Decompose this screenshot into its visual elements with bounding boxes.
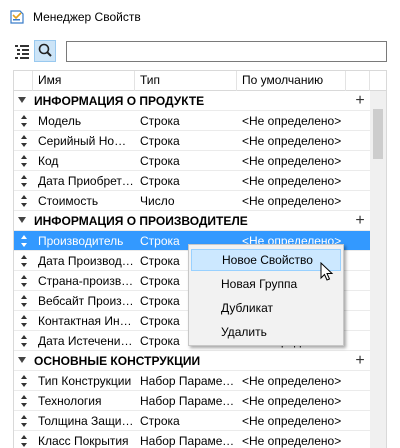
list-view-button[interactable] xyxy=(11,40,33,62)
drag-handle-icon[interactable] xyxy=(14,371,33,391)
collapse-triangle-icon[interactable] xyxy=(18,217,26,223)
table-row[interactable]: Серийный Номер Строка <Не определено> xyxy=(14,131,370,151)
cell-name[interactable]: Дата Производства xyxy=(38,251,134,271)
cell-name[interactable]: Технология xyxy=(38,391,134,411)
context-menu-item[interactable]: Новая Группа xyxy=(191,273,341,295)
drag-handle-icon[interactable] xyxy=(14,111,33,131)
cell-name[interactable]: Класс Покрытия xyxy=(38,431,134,448)
group-label: ИНФОРМАЦИЯ О ПРОИЗВОДИТЕЛЕ xyxy=(34,214,248,228)
cell-default[interactable]: <Не определено> xyxy=(242,111,348,131)
table-row[interactable]: Модель Строка <Не определено> xyxy=(14,111,370,131)
table-row[interactable]: Дата Приобретения Строка <Не определено> xyxy=(14,171,370,191)
group-label: ИНФОРМАЦИЯ О ПРОДУКТЕ xyxy=(34,94,205,108)
table-row[interactable]: Код Строка <Не определено> xyxy=(14,151,370,171)
drag-handle-icon[interactable] xyxy=(14,411,33,431)
table-header: Имя Тип По умолчанию xyxy=(14,71,386,91)
list-view-icon xyxy=(15,45,29,59)
drag-handle-icon[interactable] xyxy=(14,391,33,411)
cell-default[interactable]: <Не определено> xyxy=(242,191,348,211)
drag-handle-icon[interactable] xyxy=(14,191,33,211)
cell-type[interactable]: Строка xyxy=(140,111,236,131)
drag-handle-icon[interactable] xyxy=(14,331,33,351)
search-icon xyxy=(38,43,52,57)
cell-name[interactable]: Серийный Номер xyxy=(38,131,134,151)
group-row[interactable]: ИНФОРМАЦИЯ О ПРОДУКТЕ + xyxy=(14,91,370,111)
drag-handle-icon[interactable] xyxy=(14,131,33,151)
cell-type[interactable]: Набор Параметров xyxy=(140,391,236,411)
cell-type[interactable]: Строка xyxy=(140,411,236,431)
cell-name[interactable]: Страна-производитель xyxy=(38,271,134,291)
search-toggle-button[interactable] xyxy=(34,40,56,62)
context-menu-item[interactable]: Удалить xyxy=(191,321,341,343)
drag-handle-icon[interactable] xyxy=(14,271,33,291)
collapse-triangle-icon[interactable] xyxy=(18,357,26,363)
cell-default[interactable]: <Не определено> xyxy=(242,391,348,411)
cell-name[interactable]: Дата Приобретения xyxy=(38,171,134,191)
cell-default[interactable]: <Не определено> xyxy=(242,151,348,171)
cell-name[interactable]: Толщина Защитного Слоя xyxy=(38,411,134,431)
cell-type[interactable]: Набор Параметров xyxy=(140,431,236,448)
cell-type[interactable]: Набор Параметров xyxy=(140,371,236,391)
cell-default[interactable]: <Не определено> xyxy=(242,131,348,151)
scrollbar-thumb[interactable] xyxy=(373,109,383,159)
cell-type[interactable]: Число xyxy=(140,191,236,211)
cell-default[interactable]: <Не определено> xyxy=(242,371,348,391)
cell-name[interactable]: Модель xyxy=(38,111,134,131)
context-menu-item[interactable]: Дубликат xyxy=(191,297,341,319)
group-row[interactable]: ИНФОРМАЦИЯ О ПРОИЗВОДИТЕЛЕ + xyxy=(14,211,370,231)
group-label: ОСНОВНЫЕ КОНСТРУКЦИИ xyxy=(34,354,201,368)
cell-type[interactable]: Строка xyxy=(140,131,236,151)
header-extra xyxy=(346,71,370,91)
cell-name[interactable]: Код xyxy=(38,151,134,171)
collapse-triangle-icon[interactable] xyxy=(18,97,26,103)
add-icon[interactable]: + xyxy=(350,211,370,231)
cell-name[interactable]: Вебсайт Производителя xyxy=(38,291,134,311)
cell-name[interactable]: Контактная Информация xyxy=(38,311,134,331)
cell-default[interactable]: <Не определено> xyxy=(242,411,348,431)
drag-handle-icon[interactable] xyxy=(14,431,33,448)
cell-name[interactable]: Тип Конструкции xyxy=(38,371,134,391)
cell-default[interactable]: <Не определено> xyxy=(242,431,348,448)
cell-type[interactable]: Строка xyxy=(140,171,236,191)
drag-handle-icon[interactable] xyxy=(14,171,33,191)
add-icon[interactable]: + xyxy=(350,91,370,111)
drag-handle-icon[interactable] xyxy=(14,291,33,311)
cell-type[interactable]: Строка xyxy=(140,151,236,171)
drag-handle-icon[interactable] xyxy=(14,151,33,171)
search-input[interactable] xyxy=(66,41,387,62)
cell-default[interactable]: <Не определено> xyxy=(242,171,348,191)
drag-handle-icon[interactable] xyxy=(14,231,33,251)
table-row[interactable]: Толщина Защитного Слоя Строка <Не определе… xyxy=(14,411,370,431)
drag-handle-icon[interactable] xyxy=(14,251,33,271)
toolbar xyxy=(0,38,400,66)
cell-name[interactable]: Дата Истечения Гарантии xyxy=(38,331,134,351)
context-menu-item[interactable]: Новое Свойство xyxy=(191,249,341,271)
table-row[interactable]: Класс Покрытия Набор Параметров <Не опреде… xyxy=(14,431,370,448)
header-name[interactable]: Имя xyxy=(33,71,135,91)
vertical-scrollbar[interactable] xyxy=(370,91,386,448)
group-row[interactable]: ОСНОВНЫЕ КОНСТРУКЦИИ + xyxy=(14,351,370,371)
drag-handle-icon[interactable] xyxy=(14,311,33,331)
cell-name[interactable]: Производитель xyxy=(38,231,134,251)
table-row[interactable]: Технология Набор Параметров <Не определено… xyxy=(14,391,370,411)
context-menu: Новое Свойство Новая Группа Дубликат Удалит… xyxy=(188,244,344,346)
header-type[interactable]: Тип xyxy=(135,71,237,91)
header-default[interactable]: По умолчанию xyxy=(237,71,346,91)
mouse-cursor-icon xyxy=(320,262,334,281)
title-bar: Менеджер Свойств xyxy=(0,0,400,34)
table-row[interactable]: Тип Конструкции Набор Параметров <Не опред… xyxy=(14,371,370,391)
app-icon xyxy=(10,10,24,24)
table-row[interactable]: Стоимость Число <Не определено> xyxy=(14,191,370,211)
header-handle-column xyxy=(14,71,33,91)
add-icon[interactable]: + xyxy=(350,351,370,371)
window-title: Менеджер Свойств xyxy=(33,10,141,24)
cell-name[interactable]: Стоимость xyxy=(38,191,134,211)
